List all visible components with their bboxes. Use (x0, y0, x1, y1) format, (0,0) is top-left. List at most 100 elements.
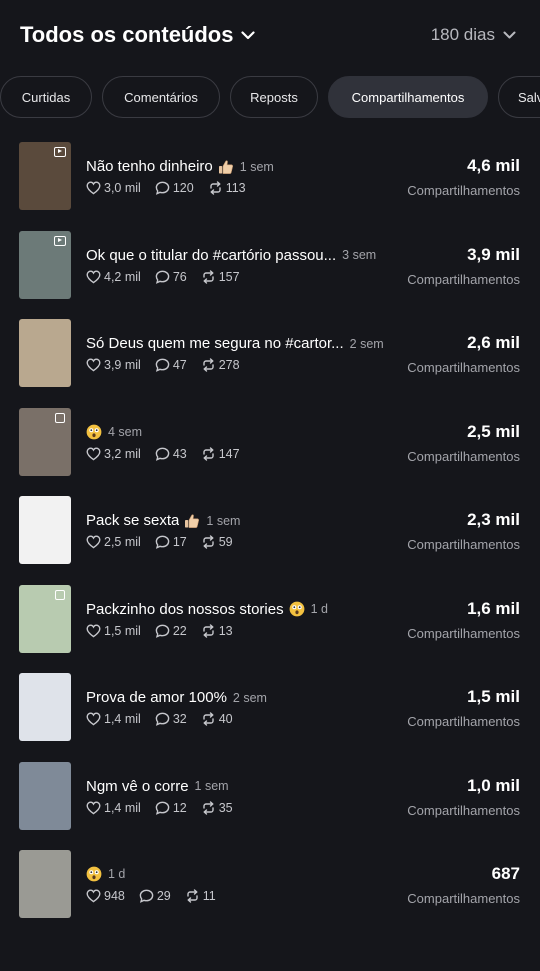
tab-curtidas[interactable]: Curtidas (0, 76, 92, 118)
post-age: 4 sem (108, 424, 143, 439)
metric-tabs: Curtidas Comentários Reposts Compartilha… (0, 76, 540, 120)
reposts-count: 278 (218, 358, 240, 372)
post-caption: Ok que o titular do #cartório passou... 3… (86, 247, 376, 264)
shocked-face-emoji (86, 866, 102, 882)
repost-icon (201, 446, 219, 461)
likes-count: 3,2 mil (104, 446, 141, 461)
post-caption: Pack se sexta 1 sem (86, 512, 240, 529)
post-age: 2 sem (232, 690, 267, 705)
heart-icon (86, 181, 104, 195)
metric-value: 1,6 mil (467, 598, 520, 618)
reposts-count: 40 (218, 712, 233, 726)
likes-stat: 3,2 mil (86, 447, 141, 461)
metric-label: Compartilhamentos (407, 891, 520, 906)
post-thumbnail[interactable] (19, 142, 71, 210)
reposts-stat: 113 (208, 181, 246, 195)
heart-icon (86, 712, 104, 726)
video-icon (54, 147, 66, 157)
reposts-count: 157 (218, 269, 240, 284)
heart-icon (86, 623, 104, 638)
content-row[interactable]: Não tenho dinheiro 1 sem 3,0 mil 120 113 4,6 … (0, 130, 540, 218)
post-thumbnail[interactable] (19, 230, 71, 299)
post-stats: 3,9 mil 47 278 (86, 358, 254, 372)
carousel-icon (55, 589, 65, 600)
post-age: 1 d (310, 602, 328, 616)
likes-stat: 1,4 mil (86, 801, 141, 815)
comments-count: 43 (172, 446, 187, 461)
metric-value: 2,3 mil (467, 510, 520, 529)
caption-text: Não tenho dinheiro (86, 158, 213, 175)
heart-icon (86, 535, 104, 549)
tab-salvos[interactable]: Salv (498, 76, 540, 118)
post-thumbnail[interactable] (19, 673, 71, 741)
comment-icon (155, 801, 173, 815)
reposts-stat: 147 (201, 447, 240, 461)
post-stats: 1,5 mil 22 13 (86, 624, 247, 638)
post-thumbnail[interactable] (19, 407, 71, 476)
metric-label: Compartilhamentos (407, 448, 520, 464)
reposts-stat: 13 (201, 624, 233, 638)
metric-value: 2,5 mil (467, 421, 520, 441)
caption-text: Ngm vê o corre (86, 777, 189, 795)
comments-stat: 12 (155, 801, 187, 815)
content-row[interactable]: Prova de amor 100% 2 sem 1,4 mil 32 40 1,5 mi… (0, 661, 540, 749)
content-filter-dropdown[interactable]: Todos os conteúdos (20, 22, 256, 48)
comment-icon (155, 712, 173, 726)
shocked-face-emoji (289, 601, 305, 617)
post-stats: 948 29 11 (86, 889, 230, 903)
likes-stat: 1,4 mil (86, 712, 141, 726)
post-thumbnail[interactable] (19, 761, 71, 830)
content-row[interactable]: Só Deus quem me segura no #cartor... 2 se… (0, 307, 540, 395)
heart-icon (86, 358, 104, 372)
repost-icon (201, 712, 219, 726)
comments-count: 12 (172, 800, 187, 815)
shocked-face-emoji (86, 424, 102, 440)
post-stats: 4,2 mil 76 157 (86, 270, 254, 284)
metric-label: Compartilhamentos (407, 625, 520, 641)
heart-icon (86, 446, 104, 461)
post-thumbnail[interactable] (19, 319, 71, 387)
repost-icon (201, 269, 219, 284)
comments-count: 22 (172, 623, 187, 638)
content-row[interactable]: 4 sem 3,2 mil 43 147 2,5 mil Compartilhamento… (0, 396, 540, 484)
post-thumbnail[interactable] (19, 496, 71, 564)
likes-count: 3,0 mil (104, 181, 141, 195)
page-title: Todos os conteúdos (20, 22, 234, 47)
caption-text: Pack se sexta (86, 512, 180, 529)
content-row[interactable]: Ok que o titular do #cartório passou... 3… (0, 219, 540, 307)
content-row[interactable]: Ngm vê o corre 1 sem 1,4 mil 12 35 1,0 mil Com… (0, 750, 540, 838)
likes-count: 1,4 mil (104, 712, 141, 726)
metric-label: Compartilhamentos (407, 802, 520, 818)
reposts-stat: 11 (185, 889, 216, 903)
caption-text: Só Deus quem me segura no #cartor... (86, 335, 344, 352)
content-row[interactable]: Pack se sexta 1 sem 2,5 mil 17 59 2,3 mil Comp… (0, 484, 540, 572)
comments-stat: 22 (155, 624, 187, 638)
carousel-icon (55, 412, 65, 423)
likes-count: 3,9 mil (104, 358, 141, 372)
caption-text: Ok que o titular do #cartório passou... (86, 246, 337, 264)
reposts-stat: 35 (201, 801, 233, 815)
post-thumbnail[interactable] (19, 850, 71, 918)
comments-stat: 32 (155, 712, 187, 726)
tab-reposts[interactable]: Reposts (230, 76, 318, 118)
thumbs-up-emoji (184, 513, 200, 529)
comment-icon (155, 535, 173, 549)
likes-count: 2,5 mil (104, 535, 141, 549)
header: Todos os conteúdos 180 dias (0, 0, 540, 72)
tab-comentarios[interactable]: Comentários (102, 76, 220, 118)
post-thumbnail[interactable] (19, 584, 71, 653)
comments-count: 32 (172, 712, 187, 726)
post-stats: 2,5 mil 17 59 (86, 535, 247, 549)
caption-text: Packzinho dos nossos stories (86, 600, 284, 618)
post-caption: Ngm vê o corre 1 sem (86, 778, 229, 795)
metric-value: 4,6 mil (467, 156, 520, 175)
reposts-count: 113 (225, 181, 246, 195)
content-row[interactable]: 1 d 948 29 11 687 Compartilhamentos (0, 838, 540, 926)
period-dropdown[interactable]: 180 dias (431, 25, 516, 45)
metric-value: 1,0 mil (467, 775, 520, 795)
metric-value: 3,9 mil (467, 244, 520, 264)
content-row[interactable]: Packzinho dos nossos stories 1 d 1,5 mil 22… (0, 573, 540, 661)
comment-icon (155, 181, 173, 195)
tab-compartilhamentos[interactable]: Compartilhamentos (328, 76, 488, 118)
comments-stat: 43 (155, 447, 187, 461)
